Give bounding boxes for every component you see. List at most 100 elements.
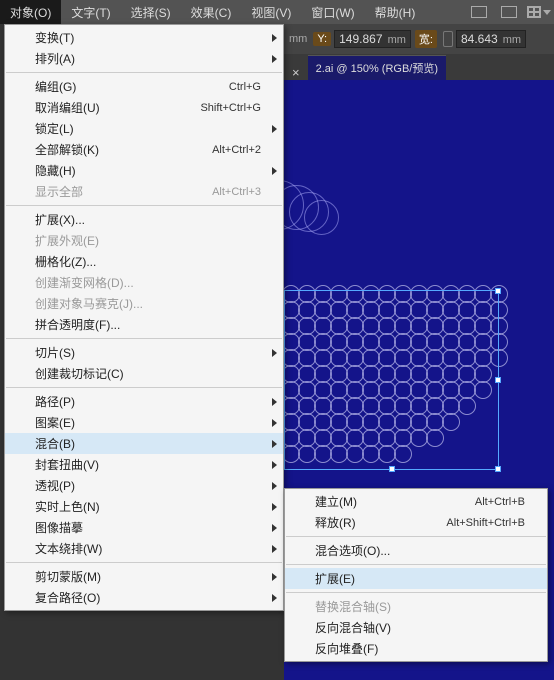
submenu-arrow-icon bbox=[272, 440, 277, 448]
object-menu-item-29[interactable]: 剪切蒙版(M) bbox=[5, 566, 283, 587]
menu-shortcut: Alt+Ctrl+3 bbox=[212, 186, 261, 198]
object-menu: 变换(T)排列(A)编组(G)Ctrl+G取消编组(U)Shift+Ctrl+G… bbox=[4, 24, 284, 611]
menu-item-label: 剪切蒙版(M) bbox=[35, 568, 261, 585]
menu-select[interactable]: 选择(S) bbox=[121, 0, 181, 24]
menu-item-label: 路径(P) bbox=[35, 393, 261, 410]
object-menu-item-10[interactable]: 扩展(X)... bbox=[5, 209, 283, 230]
menu-item-label: 释放(R) bbox=[315, 514, 446, 531]
object-menu-item-17[interactable]: 切片(S) bbox=[5, 342, 283, 363]
object-menu-item-5[interactable]: 锁定(L) bbox=[5, 118, 283, 139]
menu-type[interactable]: 文字(T) bbox=[61, 0, 120, 24]
object-menu-item-20[interactable]: 路径(P) bbox=[5, 391, 283, 412]
layout-icon[interactable] bbox=[467, 0, 491, 24]
submenu-arrow-icon bbox=[272, 125, 277, 133]
document-tab[interactable]: 2.ai @ 150% (RGB/预览) bbox=[308, 55, 446, 80]
menu-separator bbox=[6, 205, 282, 206]
submenu-arrow-icon bbox=[272, 461, 277, 469]
menu-item-label: 创建裁切标记(C) bbox=[35, 365, 261, 382]
menu-window[interactable]: 窗口(W) bbox=[301, 0, 364, 24]
menu-item-label: 反向混合轴(V) bbox=[315, 619, 525, 636]
submenu-arrow-icon bbox=[272, 545, 277, 553]
object-menu-item-15[interactable]: 拼合透明度(F)... bbox=[5, 314, 283, 335]
submenu-arrow-icon bbox=[272, 167, 277, 175]
blend-menu-item-8[interactable]: 反向混合轴(V) bbox=[285, 617, 547, 638]
menu-separator bbox=[6, 338, 282, 339]
blend-menu-item-0[interactable]: 建立(M)Alt+Ctrl+B bbox=[285, 491, 547, 512]
submenu-arrow-icon bbox=[272, 524, 277, 532]
object-menu-item-14: 创建对象马赛克(J)... bbox=[5, 293, 283, 314]
menu-item-label: 显示全部 bbox=[35, 183, 212, 200]
menu-item-label: 锁定(L) bbox=[35, 120, 261, 137]
object-menu-item-13: 创建渐变网格(D)... bbox=[5, 272, 283, 293]
object-menu-item-25[interactable]: 实时上色(N) bbox=[5, 496, 283, 517]
menu-item-label: 混合(B) bbox=[35, 435, 261, 452]
menu-item-label: 图像描摹 bbox=[35, 519, 261, 536]
object-menu-item-12[interactable]: 栅格化(Z)... bbox=[5, 251, 283, 272]
object-menu-item-26[interactable]: 图像描摹 bbox=[5, 517, 283, 538]
sel-handle[interactable] bbox=[495, 288, 501, 294]
menu-shortcut: Alt+Ctrl+2 bbox=[212, 144, 261, 156]
menu-item-label: 替换混合轴(S) bbox=[315, 598, 525, 615]
object-menu-item-22[interactable]: 混合(B) bbox=[5, 433, 283, 454]
menu-separator bbox=[286, 592, 546, 593]
submenu-arrow-icon bbox=[272, 34, 277, 42]
menu-effect[interactable]: 效果(C) bbox=[181, 0, 242, 24]
object-menu-item-4[interactable]: 取消编组(U)Shift+Ctrl+G bbox=[5, 97, 283, 118]
menu-item-label: 全部解锁(K) bbox=[35, 141, 212, 158]
sel-handle[interactable] bbox=[495, 377, 501, 383]
object-menu-item-21[interactable]: 图案(E) bbox=[5, 412, 283, 433]
x-unit: mm bbox=[289, 33, 307, 45]
blend-menu-item-3[interactable]: 混合选项(O)... bbox=[285, 540, 547, 561]
menu-item-label: 实时上色(N) bbox=[35, 498, 261, 515]
menu-shortcut: Alt+Ctrl+B bbox=[475, 496, 525, 508]
blend-submenu: 建立(M)Alt+Ctrl+B释放(R)Alt+Shift+Ctrl+B混合选项… bbox=[284, 488, 548, 662]
object-menu-item-24[interactable]: 透视(P) bbox=[5, 475, 283, 496]
blend-menu-item-7: 替换混合轴(S) bbox=[285, 596, 547, 617]
object-menu-item-23[interactable]: 封套扭曲(V) bbox=[5, 454, 283, 475]
menu-item-label: 创建渐变网格(D)... bbox=[35, 274, 261, 291]
menu-object[interactable]: 对象(O) bbox=[0, 0, 61, 24]
submenu-arrow-icon bbox=[272, 398, 277, 406]
menu-shortcut: Alt+Shift+Ctrl+B bbox=[446, 517, 525, 529]
blend-menu-item-5[interactable]: 扩展(E) bbox=[285, 568, 547, 589]
menu-item-label: 混合选项(O)... bbox=[315, 542, 525, 559]
menu-item-label: 建立(M) bbox=[315, 493, 475, 510]
sel-handle[interactable] bbox=[389, 466, 395, 472]
menu-item-label: 取消编组(U) bbox=[35, 99, 200, 116]
menu-help[interactable]: 帮助(H) bbox=[365, 0, 426, 24]
tab-close-prev[interactable]: × bbox=[284, 65, 308, 80]
w-input[interactable]: 84.643 mm bbox=[456, 30, 526, 48]
workspace-switcher[interactable] bbox=[527, 0, 551, 24]
object-menu-item-0[interactable]: 变换(T) bbox=[5, 27, 283, 48]
object-menu-item-27[interactable]: 文本绕排(W) bbox=[5, 538, 283, 559]
object-menu-item-11: 扩展外观(E) bbox=[5, 230, 283, 251]
object-menu-item-3[interactable]: 编组(G)Ctrl+G bbox=[5, 76, 283, 97]
menu-item-label: 扩展(E) bbox=[315, 570, 525, 587]
menu-item-label: 文本绕排(W) bbox=[35, 540, 261, 557]
link-icon[interactable] bbox=[443, 31, 453, 47]
object-menu-item-1[interactable]: 排列(A) bbox=[5, 48, 283, 69]
menu-shortcut: Shift+Ctrl+G bbox=[200, 102, 261, 114]
menu-item-label: 透视(P) bbox=[35, 477, 261, 494]
object-menu-item-18[interactable]: 创建裁切标记(C) bbox=[5, 363, 283, 384]
object-menu-item-7[interactable]: 隐藏(H) bbox=[5, 160, 283, 181]
menu-item-label: 创建对象马赛克(J)... bbox=[35, 295, 261, 312]
menu-item-label: 编组(G) bbox=[35, 78, 229, 95]
submenu-arrow-icon bbox=[272, 573, 277, 581]
menu-view[interactable]: 视图(V) bbox=[241, 0, 301, 24]
blend-menu-item-1[interactable]: 释放(R)Alt+Shift+Ctrl+B bbox=[285, 512, 547, 533]
menu-item-label: 扩展外观(E) bbox=[35, 232, 261, 249]
blend-menu-item-9[interactable]: 反向堆叠(F) bbox=[285, 638, 547, 659]
submenu-arrow-icon bbox=[272, 419, 277, 427]
menu-item-label: 拼合透明度(F)... bbox=[35, 316, 261, 333]
object-menu-item-6[interactable]: 全部解锁(K)Alt+Ctrl+2 bbox=[5, 139, 283, 160]
menubar: 对象(O) 文字(T) 选择(S) 效果(C) 视图(V) 窗口(W) 帮助(H… bbox=[0, 0, 554, 24]
submenu-arrow-icon bbox=[272, 503, 277, 511]
menu-item-label: 复合路径(O) bbox=[35, 589, 261, 606]
menu-item-label: 扩展(X)... bbox=[35, 211, 261, 228]
object-menu-item-30[interactable]: 复合路径(O) bbox=[5, 587, 283, 608]
sel-handle[interactable] bbox=[495, 466, 501, 472]
y-input[interactable]: 149.867 mm bbox=[334, 30, 411, 48]
artboard-icon[interactable] bbox=[497, 0, 521, 24]
control-bar: mm Y: 149.867 mm 宽: 84.643 mm bbox=[284, 24, 554, 54]
